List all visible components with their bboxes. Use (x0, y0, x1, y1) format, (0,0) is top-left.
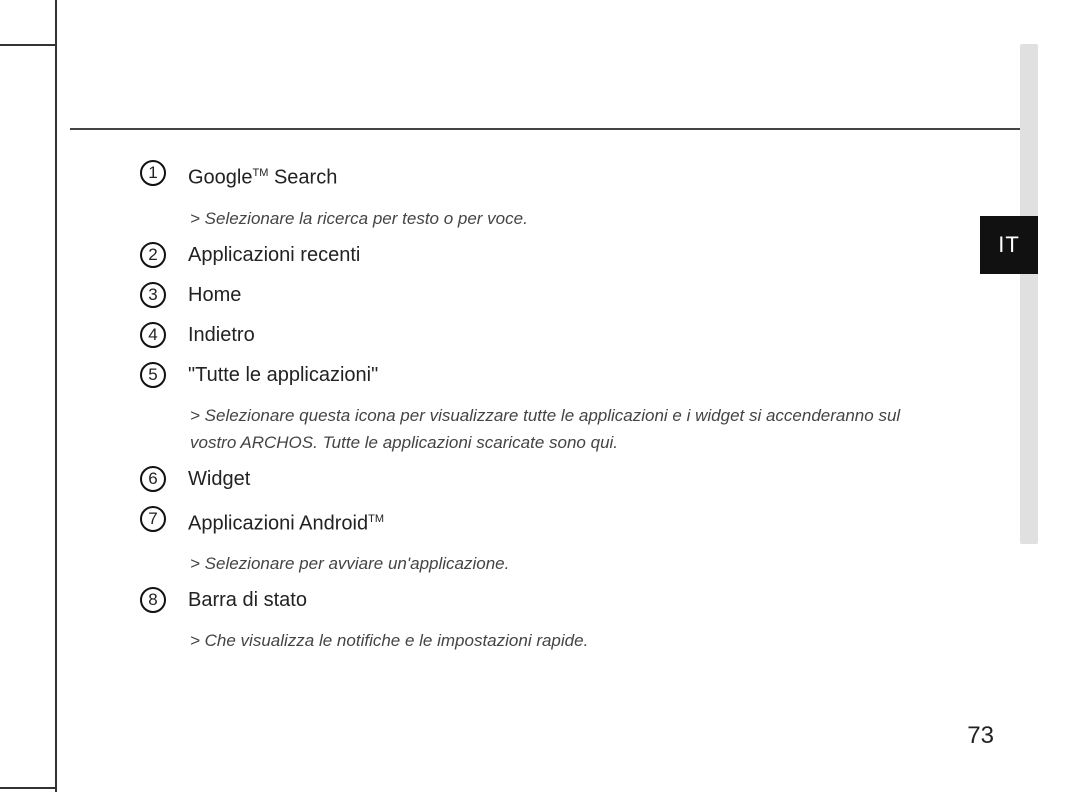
item-label: Applicazioni recenti (188, 242, 360, 268)
item-number-icon: 3 (140, 282, 166, 308)
list-item: 2 Applicazioni recenti (140, 242, 990, 268)
trademark-sup: TM (253, 167, 269, 179)
item-label: Barra di stato (188, 587, 307, 613)
item-label: Widget (188, 466, 250, 492)
list-item: 5 "Tutte le applicazioni" (140, 362, 990, 388)
trademark-sup: TM (368, 513, 384, 525)
item-number-icon: 5 (140, 362, 166, 388)
item-description: > Selezionare questa icona per visualizz… (190, 402, 950, 456)
item-number-icon: 2 (140, 242, 166, 268)
list-item: 4 Indietro (140, 322, 990, 348)
crop-mark (0, 44, 56, 46)
item-label: Home (188, 282, 241, 308)
label-text: Applicazioni Android (188, 512, 368, 534)
item-number-icon: 8 (140, 587, 166, 613)
item-label: "Tutte le applicazioni" (188, 362, 378, 388)
item-number-icon: 4 (140, 322, 166, 348)
item-number-icon: 6 (140, 466, 166, 492)
list-item: 1 GoogleTM Search (140, 160, 990, 191)
page: IT 1 GoogleTM Search > Selezionare la ri… (0, 0, 1080, 792)
item-number-icon: 7 (140, 506, 166, 532)
label-text: Google (188, 167, 253, 189)
item-label: Applicazioni AndroidTM (188, 506, 384, 537)
crop-mark (0, 787, 56, 789)
right-rail (1020, 44, 1038, 544)
item-label: GoogleTM Search (188, 160, 337, 191)
item-label: Indietro (188, 322, 255, 348)
frame-left (55, 44, 57, 792)
label-text: Search (268, 167, 337, 189)
item-description: > Selezionare per avviare un'applicazion… (190, 550, 950, 577)
list-item: 7 Applicazioni AndroidTM (140, 506, 990, 537)
header-rule (70, 128, 1020, 130)
content-list: 1 GoogleTM Search > Selezionare la ricer… (140, 160, 990, 664)
item-description: > Selezionare la ricerca per testo o per… (190, 205, 950, 232)
page-number: 73 (967, 722, 994, 750)
crop-mark (55, 0, 57, 46)
list-item: 3 Home (140, 282, 990, 308)
list-item: 8 Barra di stato (140, 587, 990, 613)
item-number-icon: 1 (140, 160, 166, 186)
list-item: 6 Widget (140, 466, 990, 492)
item-description: > Che visualizza le notifiche e le impos… (190, 627, 950, 654)
